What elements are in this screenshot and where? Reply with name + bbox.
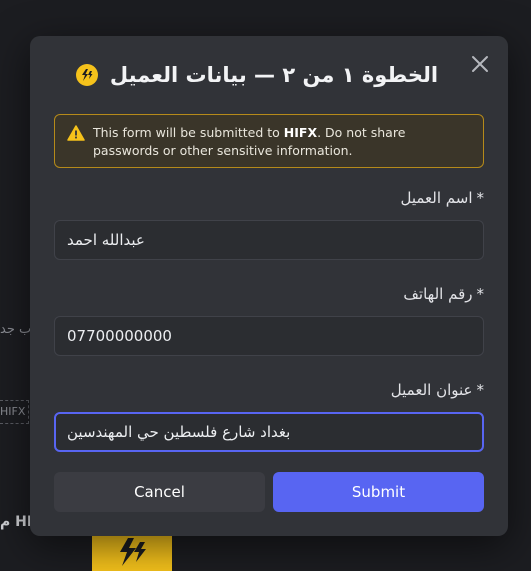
required-marker: *: [476, 381, 485, 399]
warning-triangle-icon: [67, 125, 85, 141]
customer-name-field: اسم العميل * عبدالله احمد: [54, 188, 484, 260]
customer-name-input[interactable]: عبدالله احمد: [54, 220, 484, 260]
phone-number-input[interactable]: 07700000000: [54, 316, 484, 356]
background-tag-fragment: HIFX T: [0, 400, 29, 424]
modal-header: الخطوة ١ من ٢ — بيانات العميل: [30, 60, 508, 90]
phone-number-label: رقم الهاتف *: [403, 285, 485, 303]
modal-title: الخطوة ١ من ٢ — بيانات العميل: [109, 63, 439, 87]
phone-number-field: رقم الهاتف * 07700000000: [54, 284, 484, 356]
warning-text: This form will be submitted to HIFX. Do …: [93, 125, 406, 158]
customer-address-field: عنوان العميل * بغداد شارع فلسطين حي المه…: [54, 380, 484, 452]
cancel-button[interactable]: Cancel: [54, 472, 265, 512]
required-marker: *: [476, 285, 485, 303]
lightning-logo-icon: [75, 64, 98, 86]
background-text-fragment: ب جد: [0, 322, 32, 337]
customer-address-label: عنوان العميل *: [390, 381, 485, 399]
warning-brand: HIFX: [283, 125, 318, 140]
customer-address-input[interactable]: بغداد شارع فلسطين حي المهندسين: [54, 412, 484, 452]
lightning-icon: [120, 538, 146, 566]
security-warning-banner: This form will be submitted to HIFX. Do …: [54, 114, 484, 168]
background-logo: [92, 532, 172, 571]
submit-button[interactable]: Submit: [273, 472, 484, 512]
customer-info-modal: الخطوة ١ من ٢ — بيانات العميل This form …: [30, 36, 508, 536]
required-marker: *: [476, 189, 485, 207]
customer-name-label: اسم العميل *: [400, 189, 485, 207]
